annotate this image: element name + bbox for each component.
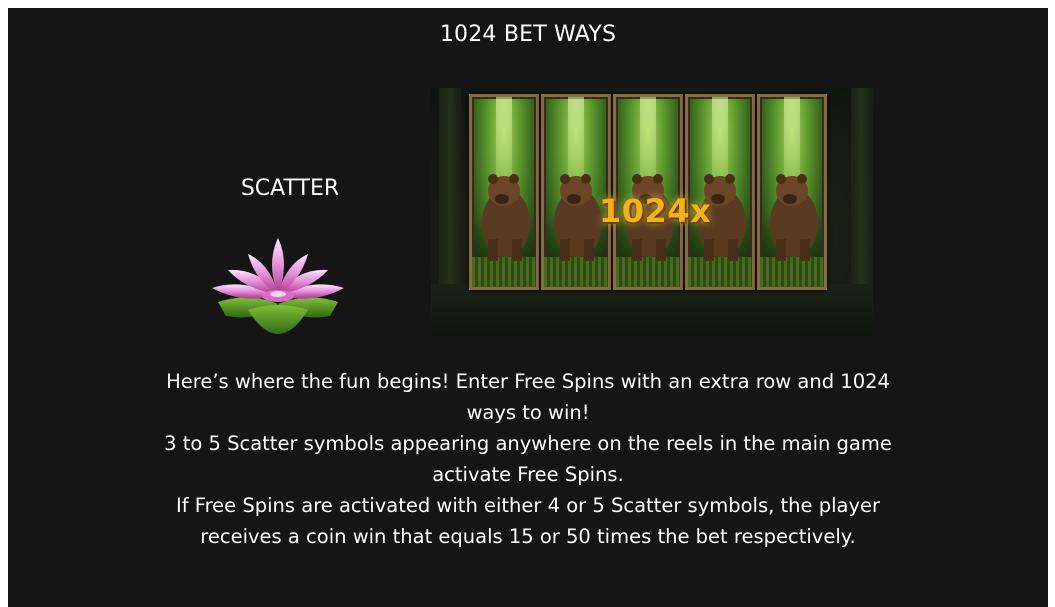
reel: [469, 94, 539, 290]
description-paragraph: If Free Spins are activated with either …: [175, 494, 881, 548]
lotus-flower-icon: [212, 238, 344, 334]
reels-preview: 1024x: [431, 88, 873, 336]
bear-icon: [770, 174, 818, 261]
ways-multiplier: 1024x: [599, 192, 712, 230]
reel: [757, 94, 827, 290]
description-paragraph: 3 to 5 Scatter symbols appearing anywher…: [164, 432, 892, 486]
bear-icon: [554, 174, 602, 261]
scatter-label: SCATTER: [240, 176, 340, 201]
paytable-page: 1024 BET WAYS SCATTER 1024x Here’s where…: [8, 8, 1048, 607]
page-title: 1024 BET WAYS: [439, 22, 617, 47]
feature-description: Here’s where the fun begins! Enter Free …: [158, 366, 898, 552]
description-paragraph: Here’s where the fun begins! Enter Free …: [166, 370, 890, 424]
bear-icon: [482, 174, 530, 261]
